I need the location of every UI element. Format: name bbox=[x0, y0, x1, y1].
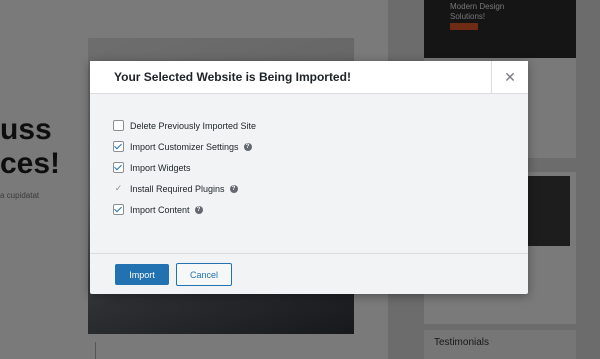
modal-header: Your Selected Website is Being Imported!… bbox=[90, 61, 528, 94]
option-label: Delete Previously Imported Site bbox=[130, 120, 257, 131]
modal-title: Your Selected Website is Being Imported! bbox=[114, 70, 351, 84]
option-label: Import Widgets bbox=[130, 162, 191, 173]
cancel-button[interactable]: Cancel bbox=[176, 263, 232, 286]
import-button[interactable]: Import bbox=[115, 264, 169, 285]
option-import-widgets[interactable]: Import Widgets bbox=[113, 157, 256, 178]
close-icon: ✕ bbox=[504, 68, 516, 85]
close-button[interactable]: ✕ bbox=[491, 61, 528, 93]
checkbox-import-widgets[interactable] bbox=[113, 162, 124, 173]
checkbox-import-content[interactable] bbox=[113, 204, 124, 215]
help-icon[interactable]: ? bbox=[243, 142, 252, 151]
option-install-required-plugins: ✓ Install Required Plugins ? bbox=[113, 178, 256, 199]
option-import-customizer-settings[interactable]: Import Customizer Settings ? bbox=[113, 136, 256, 157]
checkbox-import-customizer-settings[interactable] bbox=[113, 141, 124, 152]
option-label: Import Content bbox=[130, 204, 190, 215]
option-import-content[interactable]: Import Content ? bbox=[113, 199, 256, 220]
import-options-list: Delete Previously Imported Site Import C… bbox=[113, 115, 256, 220]
import-modal: Your Selected Website is Being Imported!… bbox=[90, 61, 528, 294]
help-icon[interactable]: ? bbox=[194, 205, 203, 214]
modal-footer: Import Cancel bbox=[90, 253, 528, 295]
option-label: Import Customizer Settings bbox=[130, 141, 239, 152]
option-delete-previous-site[interactable]: Delete Previously Imported Site bbox=[113, 115, 256, 136]
option-label: Install Required Plugins bbox=[130, 183, 225, 194]
checkmark-icon: ✓ bbox=[114, 183, 123, 193]
help-icon[interactable]: ? bbox=[229, 184, 238, 193]
checkbox-delete-previous-site[interactable] bbox=[113, 120, 124, 131]
